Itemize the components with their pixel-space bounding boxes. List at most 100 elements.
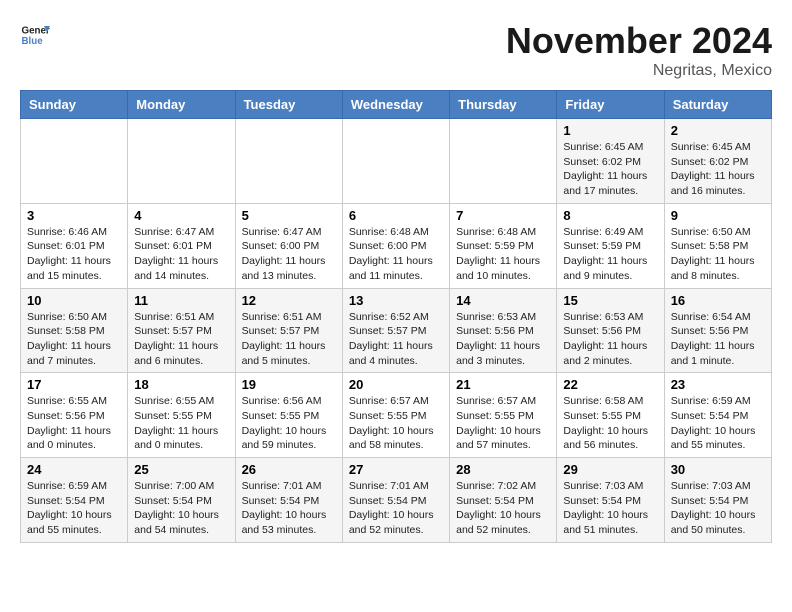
day-info: Sunrise: 6:59 AMSunset: 5:54 PMDaylight:… [27, 479, 121, 538]
day-number: 23 [671, 377, 765, 392]
calendar-cell: 21 Sunrise: 6:57 AMSunset: 5:55 PMDayligh… [450, 373, 557, 458]
calendar-cell: 14 Sunrise: 6:53 AMSunset: 5:56 PMDayligh… [450, 288, 557, 373]
month-title: November 2024 [506, 20, 772, 62]
day-number: 19 [242, 377, 336, 392]
week-row-4: 17 Sunrise: 6:55 AMSunset: 5:56 PMDayligh… [21, 373, 772, 458]
day-info: Sunrise: 6:49 AMSunset: 5:59 PMDaylight:… [563, 225, 657, 284]
calendar-cell: 29 Sunrise: 7:03 AMSunset: 5:54 PMDayligh… [557, 458, 664, 543]
day-number: 15 [563, 293, 657, 308]
day-info: Sunrise: 6:57 AMSunset: 5:55 PMDaylight:… [456, 394, 550, 453]
day-number: 8 [563, 208, 657, 223]
title-block: November 2024 Negritas, Mexico [506, 20, 772, 80]
day-info: Sunrise: 6:57 AMSunset: 5:55 PMDaylight:… [349, 394, 443, 453]
day-number: 2 [671, 123, 765, 138]
week-row-2: 3Sunrise: 6:46 AMSunset: 6:01 PMDaylight… [21, 203, 772, 288]
calendar-body: 1Sunrise: 6:45 AMSunset: 6:02 PMDaylight… [21, 119, 772, 543]
day-info: Sunrise: 6:58 AMSunset: 5:55 PMDaylight:… [563, 394, 657, 453]
svg-text:Blue: Blue [22, 36, 44, 47]
day-number: 7 [456, 208, 550, 223]
day-info: Sunrise: 7:01 AMSunset: 5:54 PMDaylight:… [349, 479, 443, 538]
day-info: Sunrise: 6:45 AMSunset: 6:02 PMDaylight:… [563, 140, 657, 199]
day-number: 13 [349, 293, 443, 308]
calendar-cell: 11 Sunrise: 6:51 AMSunset: 5:57 PMDayligh… [128, 288, 235, 373]
day-number: 30 [671, 462, 765, 477]
week-row-3: 10 Sunrise: 6:50 AMSunset: 5:58 PMDayligh… [21, 288, 772, 373]
calendar-cell: 23Sunrise: 6:59 AMSunset: 5:54 PMDayligh… [664, 373, 771, 458]
day-number: 14 [456, 293, 550, 308]
calendar-cell: 26Sunrise: 7:01 AMSunset: 5:54 PMDayligh… [235, 458, 342, 543]
calendar-cell [235, 119, 342, 204]
calendar-cell: 24 Sunrise: 6:59 AMSunset: 5:54 PMDayligh… [21, 458, 128, 543]
day-header-wednesday: Wednesday [342, 91, 449, 119]
day-number: 21 [456, 377, 550, 392]
day-info: Sunrise: 6:53 AMSunset: 5:56 PMDaylight:… [456, 310, 550, 369]
calendar-cell: 12 Sunrise: 6:51 AMSunset: 5:57 PMDayligh… [235, 288, 342, 373]
day-number: 4 [134, 208, 228, 223]
day-header-thursday: Thursday [450, 91, 557, 119]
day-header-friday: Friday [557, 91, 664, 119]
day-number: 11 [134, 293, 228, 308]
calendar-cell [128, 119, 235, 204]
day-info: Sunrise: 6:50 AMSunset: 5:58 PMDaylight:… [671, 225, 765, 284]
day-info: Sunrise: 6:51 AMSunset: 5:57 PMDaylight:… [134, 310, 228, 369]
calendar-cell: 25 Sunrise: 7:00 AMSunset: 5:54 PMDayligh… [128, 458, 235, 543]
calendar-cell [342, 119, 449, 204]
day-number: 29 [563, 462, 657, 477]
day-number: 10 [27, 293, 121, 308]
calendar-cell: 6 Sunrise: 6:48 AMSunset: 6:00 PMDaylight… [342, 203, 449, 288]
calendar-header-row: SundayMondayTuesdayWednesdayThursdayFrid… [21, 91, 772, 119]
day-info: Sunrise: 6:54 AMSunset: 5:56 PMDaylight:… [671, 310, 765, 369]
location: Negritas, Mexico [506, 62, 772, 80]
calendar-cell: 4 Sunrise: 6:47 AMSunset: 6:01 PMDaylight… [128, 203, 235, 288]
calendar-cell: 30 Sunrise: 7:03 AMSunset: 5:54 PMDayligh… [664, 458, 771, 543]
day-info: Sunrise: 6:47 AMSunset: 6:00 PMDaylight:… [242, 225, 336, 284]
calendar-cell: 22 Sunrise: 6:58 AMSunset: 5:55 PMDayligh… [557, 373, 664, 458]
week-row-5: 24 Sunrise: 6:59 AMSunset: 5:54 PMDayligh… [21, 458, 772, 543]
day-number: 20 [349, 377, 443, 392]
day-info: Sunrise: 6:53 AMSunset: 5:56 PMDaylight:… [563, 310, 657, 369]
calendar-cell: 7Sunrise: 6:48 AMSunset: 5:59 PMDaylight… [450, 203, 557, 288]
calendar-cell [450, 119, 557, 204]
day-number: 16 [671, 293, 765, 308]
day-header-monday: Monday [128, 91, 235, 119]
day-info: Sunrise: 6:47 AMSunset: 6:01 PMDaylight:… [134, 225, 228, 284]
day-info: Sunrise: 7:02 AMSunset: 5:54 PMDaylight:… [456, 479, 550, 538]
day-info: Sunrise: 6:55 AMSunset: 5:56 PMDaylight:… [27, 394, 121, 453]
day-info: Sunrise: 7:03 AMSunset: 5:54 PMDaylight:… [563, 479, 657, 538]
calendar-cell: 28Sunrise: 7:02 AMSunset: 5:54 PMDayligh… [450, 458, 557, 543]
calendar-cell [21, 119, 128, 204]
day-info: Sunrise: 6:56 AMSunset: 5:55 PMDaylight:… [242, 394, 336, 453]
calendar-cell: 1Sunrise: 6:45 AMSunset: 6:02 PMDaylight… [557, 119, 664, 204]
day-info: Sunrise: 6:50 AMSunset: 5:58 PMDaylight:… [27, 310, 121, 369]
page-header: General Blue November 2024 Negritas, Mex… [20, 20, 772, 80]
calendar-cell: 15 Sunrise: 6:53 AMSunset: 5:56 PMDayligh… [557, 288, 664, 373]
day-info: Sunrise: 6:45 AMSunset: 6:02 PMDaylight:… [671, 140, 765, 199]
day-number: 12 [242, 293, 336, 308]
calendar-cell: 3Sunrise: 6:46 AMSunset: 6:01 PMDaylight… [21, 203, 128, 288]
day-info: Sunrise: 6:48 AMSunset: 6:00 PMDaylight:… [349, 225, 443, 284]
day-header-saturday: Saturday [664, 91, 771, 119]
day-header-tuesday: Tuesday [235, 91, 342, 119]
calendar-cell: 10 Sunrise: 6:50 AMSunset: 5:58 PMDayligh… [21, 288, 128, 373]
day-number: 6 [349, 208, 443, 223]
day-info: Sunrise: 6:52 AMSunset: 5:57 PMDaylight:… [349, 310, 443, 369]
calendar-table: SundayMondayTuesdayWednesdayThursdayFrid… [20, 90, 772, 543]
day-info: Sunrise: 6:46 AMSunset: 6:01 PMDaylight:… [27, 225, 121, 284]
calendar-cell: 9Sunrise: 6:50 AMSunset: 5:58 PMDaylight… [664, 203, 771, 288]
day-info: Sunrise: 7:00 AMSunset: 5:54 PMDaylight:… [134, 479, 228, 538]
calendar-cell: 5Sunrise: 6:47 AMSunset: 6:00 PMDaylight… [235, 203, 342, 288]
calendar-cell: 20 Sunrise: 6:57 AMSunset: 5:55 PMDayligh… [342, 373, 449, 458]
calendar-cell: 13 Sunrise: 6:52 AMSunset: 5:57 PMDayligh… [342, 288, 449, 373]
day-number: 17 [27, 377, 121, 392]
day-header-sunday: Sunday [21, 91, 128, 119]
day-number: 18 [134, 377, 228, 392]
day-info: Sunrise: 7:03 AMSunset: 5:54 PMDaylight:… [671, 479, 765, 538]
week-row-1: 1Sunrise: 6:45 AMSunset: 6:02 PMDaylight… [21, 119, 772, 204]
day-number: 24 [27, 462, 121, 477]
logo-icon: General Blue [20, 20, 50, 50]
day-info: Sunrise: 6:51 AMSunset: 5:57 PMDaylight:… [242, 310, 336, 369]
day-number: 22 [563, 377, 657, 392]
day-number: 25 [134, 462, 228, 477]
calendar-cell: 19 Sunrise: 6:56 AMSunset: 5:55 PMDayligh… [235, 373, 342, 458]
logo: General Blue [20, 20, 50, 50]
